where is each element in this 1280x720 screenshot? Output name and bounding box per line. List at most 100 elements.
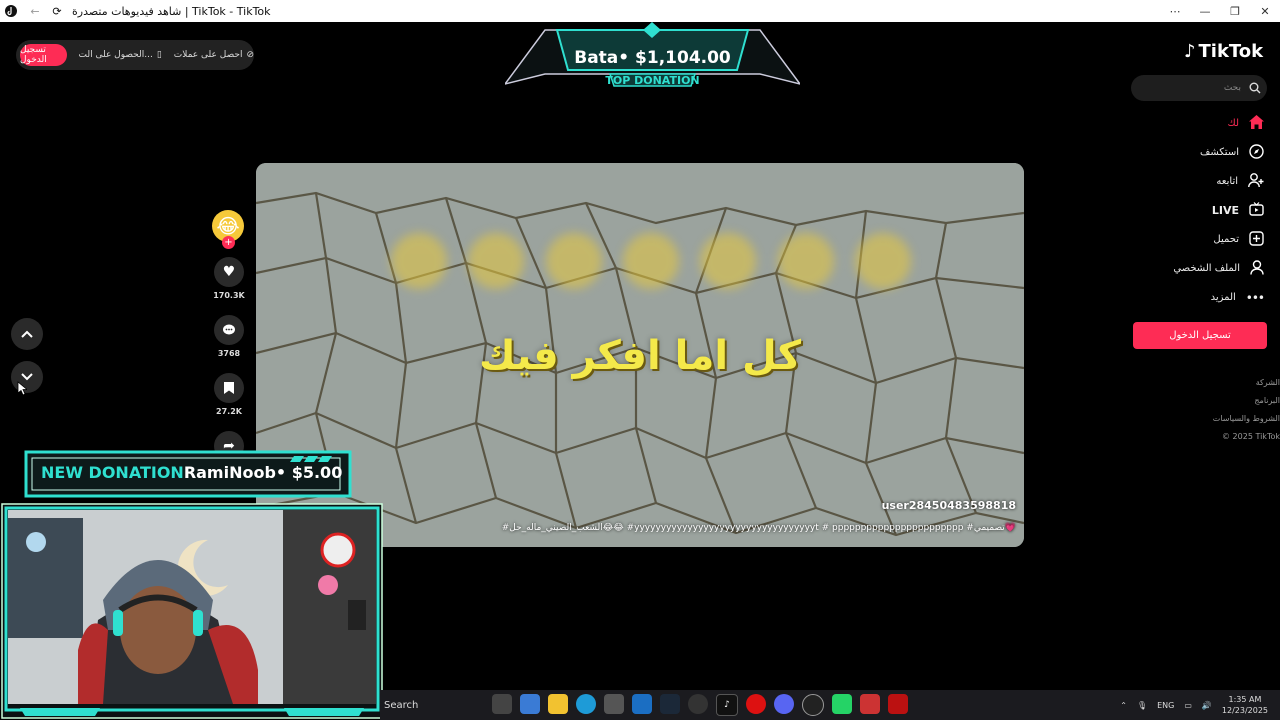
sidebar-item-label: لك — [1227, 118, 1239, 129]
previous-video-button[interactable] — [11, 318, 43, 350]
taskbar-clock[interactable]: 1:35 AM 12/23/2025 — [1222, 694, 1268, 716]
login-button[interactable]: تسجيل الدخول — [1133, 322, 1267, 349]
tiktok-logo[interactable]: ♪ TikTok — [1184, 41, 1263, 62]
sidebar-item-label: الملف الشخصي — [1173, 263, 1240, 274]
sidebar-item-explore[interactable]: استكشف — [1124, 138, 1264, 167]
clock-date: 12/23/2025 — [1221, 706, 1268, 715]
live-icon — [1249, 202, 1264, 219]
phone-icon: ▯ — [156, 50, 162, 60]
home-icon — [1249, 115, 1264, 132]
clock-time: 1:35 AM — [1228, 695, 1262, 704]
minimize-button[interactable]: — — [1190, 0, 1220, 22]
chevron-down-icon — [21, 373, 33, 381]
close-button[interactable]: ✕ — [1250, 0, 1280, 22]
like-action[interactable]: ♥ 170.3K — [212, 257, 246, 300]
edge-icon[interactable] — [576, 694, 596, 714]
sidebar-item-label: المزيد — [1210, 292, 1236, 303]
store-icon[interactable] — [604, 694, 624, 714]
sidebar-item-label: اتابعه — [1216, 176, 1238, 187]
sidebar-nav: لك استكشف اتابعه LIVE تحميل الملف الشخصي… — [1124, 109, 1265, 312]
file-explorer-icon[interactable] — [548, 694, 568, 714]
bookmark-icon[interactable] — [214, 373, 244, 403]
tiktok-note-icon: ♪ — [1184, 41, 1196, 62]
blurred-emoji-row — [391, 233, 911, 293]
system-tray: ⌃ 🎙 ENG ▭ 🔊 1:35 AM 12/23/2025 — [1120, 690, 1268, 720]
discord-icon[interactable] — [774, 694, 794, 714]
footer-link-terms[interactable]: الشروط والسياسات — [1180, 410, 1280, 428]
following-icon — [1248, 172, 1264, 191]
sidebar-item-label: تحميل — [1213, 234, 1239, 245]
compass-icon — [1249, 143, 1264, 162]
mail-icon[interactable] — [860, 694, 880, 714]
footer-link-program[interactable]: البرنامج — [1180, 392, 1280, 410]
video-caption: كل اما افكر فيك — [478, 333, 802, 379]
opera-icon[interactable] — [746, 694, 766, 714]
window-menu-button[interactable]: ⋯ — [1160, 0, 1190, 22]
refresh-icon[interactable]: ⟳ — [50, 4, 64, 18]
taskbar-search-label: Search — [384, 699, 419, 711]
back-icon[interactable]: ← — [28, 4, 42, 18]
login-button-small[interactable]: تسجيل الدخول — [20, 44, 67, 66]
video-description: #الشعب_الصيني_ماله_حل😂😂 #yyyyyyyyyyyyyyy… — [501, 523, 1016, 533]
chevron-up-icon[interactable]: ⌃ — [1120, 701, 1127, 710]
comment-count: 3768 — [217, 349, 241, 358]
window-controls: ⋯ — ❐ ✕ — [1160, 0, 1280, 22]
search-icon[interactable] — [1249, 79, 1261, 98]
search-input[interactable]: بحث — [1131, 75, 1267, 101]
save-action[interactable]: 27.2K — [212, 373, 246, 416]
whatsapp-icon[interactable] — [832, 694, 852, 714]
top-action-bar: تسجيل الدخول الحصول على الت... ▯ احصل عل… — [16, 40, 254, 70]
heart-icon[interactable]: ♥ — [214, 257, 244, 287]
outlook-icon[interactable] — [632, 694, 652, 714]
tf-app-icon[interactable] — [888, 694, 908, 714]
mouse-cursor-icon — [17, 381, 27, 396]
window-title: شاهد فيديوهات متصدرة | TikTok - TikTok — [72, 4, 271, 18]
coin-icon: ⊘ — [246, 50, 254, 60]
sidebar-item-upload[interactable]: تحميل — [1124, 225, 1264, 254]
top-donation-amount: Bata• $1,104.00 — [574, 48, 731, 68]
search-placeholder: بحث — [1223, 83, 1241, 93]
monitor-icon[interactable]: ▭ — [1184, 701, 1192, 710]
top-donation-banner: Bata• $1,104.00 TOP DONATION — [505, 22, 800, 92]
tiktok-logo-text: TikTok — [1198, 41, 1264, 62]
restore-button[interactable]: ❐ — [1220, 0, 1250, 22]
footer-copyright: © 2025 TikTok — [1222, 432, 1280, 441]
media-player-icon[interactable] — [688, 694, 708, 714]
follow-plus-icon[interactable]: + — [222, 236, 235, 249]
creator-avatar[interactable]: 😂 + — [212, 210, 244, 249]
comment-action[interactable]: 3768 — [212, 315, 246, 358]
get-app-link[interactable]: الحصول على الت... ▯ — [79, 50, 162, 60]
video-actions: 😂 + ♥ 170.3K 3768 27.2K ➦ — [212, 210, 246, 461]
next-video-button[interactable] — [11, 361, 43, 393]
sidebar-item-more[interactable]: المزيد ••• — [1124, 283, 1265, 312]
steam-icon[interactable] — [660, 694, 680, 714]
window-title-bar: ← ⟳ شاهد فيديوهات متصدرة | TikTok - TikT… — [0, 0, 1280, 22]
widgets-icon[interactable] — [520, 694, 540, 714]
sidebar-item-live[interactable]: LIVE — [1124, 196, 1264, 225]
sidebar-item-label: LIVE — [1211, 204, 1239, 217]
comment-icon[interactable] — [214, 315, 244, 345]
video-username[interactable]: user28450483598818 — [882, 499, 1016, 512]
sidebar-item-following[interactable]: اتابعه — [1124, 167, 1264, 196]
footer-link-company[interactable]: الشركة — [1180, 374, 1280, 392]
webcam-feed — [8, 510, 376, 704]
chevron-up-icon — [21, 330, 33, 338]
sidebar-item-for-you[interactable]: لك — [1124, 109, 1264, 138]
language-indicator[interactable]: ENG — [1157, 701, 1174, 710]
more-icon: ••• — [1245, 290, 1265, 305]
taskbar-apps: ♪ — [492, 694, 908, 716]
tiktok-app-icon — [4, 4, 18, 18]
like-count: 170.3K — [213, 291, 245, 300]
get-coins-link[interactable]: احصل على عملات ⊘ — [174, 50, 254, 60]
profile-icon — [1250, 259, 1264, 278]
donation-text: NEW DONATIONRamiNoob• $5.00 — [41, 463, 342, 482]
taskbar-search[interactable]: Search — [384, 694, 482, 716]
tiktok-taskbar-icon[interactable]: ♪ — [716, 694, 738, 716]
microphone-icon[interactable]: 🎙 — [1137, 701, 1147, 710]
obs-icon[interactable] — [802, 694, 824, 716]
taskbar: Search ♪ ⌃ 🎙 ENG ▭ 🔊 1:35 AM 12/23/2025 — [380, 690, 1280, 720]
volume-icon[interactable]: 🔊 — [1202, 701, 1212, 710]
task-view-icon[interactable] — [492, 694, 512, 714]
sidebar-item-profile[interactable]: الملف الشخصي — [1124, 254, 1264, 283]
video-player[interactable]: كل اما افكر فيك user28450483598818 #الشع… — [256, 163, 1024, 547]
